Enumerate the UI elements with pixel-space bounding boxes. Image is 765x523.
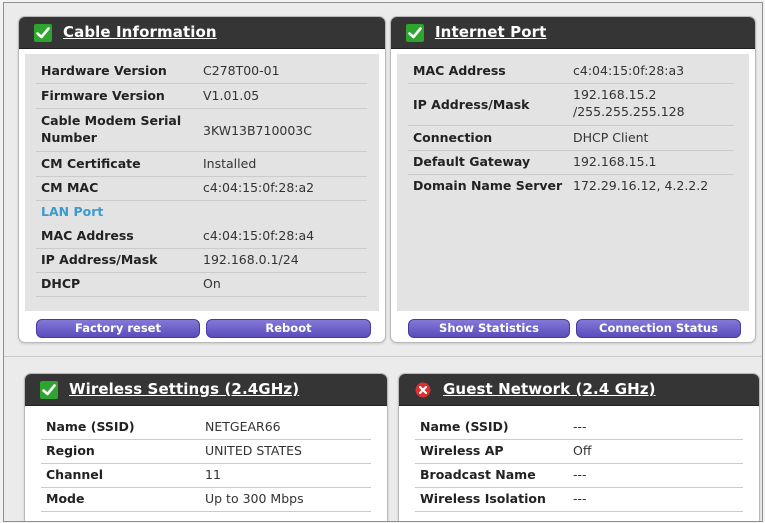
row-wireless-isolation: Wireless Isolation --- (415, 487, 743, 512)
reboot-button[interactable]: Reboot (206, 319, 371, 338)
internet-port-title[interactable]: Internet Port (435, 23, 546, 41)
row-value: C278T00-01 (203, 63, 280, 78)
row-value: Installed (203, 156, 257, 171)
connection-status-button[interactable]: Connection Status (576, 319, 741, 338)
row-label: Broadcast Name (420, 467, 536, 482)
row-value: On (203, 276, 221, 291)
row-connection: Connection DHCP Client (408, 126, 734, 151)
row-label: Wireless AP (420, 443, 504, 458)
row-ip-address-mask: IP Address/Mask 192.168.15.2 /255.255.25… (408, 84, 734, 126)
show-statistics-button[interactable]: Show Statistics (408, 319, 570, 338)
lan-port-heading: LAN Port (36, 200, 367, 224)
row-value: --- (573, 491, 587, 506)
panel-header: Internet Port (391, 17, 755, 49)
row-value: DHCP Client (573, 130, 649, 145)
check-icon (40, 381, 58, 399)
cable-information-body: Hardware Version C278T00-01 Firmware Ver… (25, 54, 379, 311)
row-broadcast-name: Broadcast Name --- (415, 463, 743, 488)
factory-reset-button[interactable]: Factory reset (36, 319, 200, 338)
row-value: 172.29.16.12, 4.2.2.2 (573, 178, 709, 193)
row-label: Cable Modem Serial Number (41, 113, 182, 145)
section-divider (4, 356, 762, 357)
row-value: 192.168.0.1/24 (203, 252, 299, 267)
row-value: NETGEAR66 (205, 419, 281, 434)
row-value: Off (573, 443, 592, 458)
row-label: IP Address/Mask (413, 97, 530, 112)
row-value: 11 (205, 467, 221, 482)
row-serial-number: Cable Modem Serial Number 3KW13B710003C (36, 109, 367, 152)
panel-header: Guest Network (2.4 GHz) (399, 374, 759, 406)
row-value: Up to 300 Mbps (205, 491, 304, 506)
error-icon (415, 382, 431, 398)
row-ip-address-mask: IP Address/Mask 192.168.0.1/24 (36, 248, 367, 273)
row-label: Default Gateway (413, 154, 531, 169)
row-value: c4:04:15:0f:28:a3 (573, 63, 685, 78)
row-label: Name (SSID) (46, 419, 135, 434)
row-mode: Mode Up to 300 Mbps (41, 487, 371, 512)
row-value: c4:04:15:0f:28:a2 (203, 180, 315, 195)
row-label: MAC Address (413, 63, 506, 78)
wireless-settings-title[interactable]: Wireless Settings (2.4GHz) (69, 380, 299, 398)
row-label: CM Certificate (41, 156, 141, 171)
row-label: DHCP (41, 276, 81, 291)
row-wireless-ap: Wireless AP Off (415, 439, 743, 464)
row-ssid: Name (SSID) --- (415, 415, 743, 440)
cable-information-panel: Cable Information Hardware Version C278T… (18, 16, 386, 343)
guest-network-body: Name (SSID) --- Wireless AP Off Broadcas… (405, 411, 753, 521)
row-label: Connection (413, 130, 493, 145)
wireless-settings-body: Name (SSID) NETGEAR66 Region UNITED STAT… (31, 411, 381, 521)
guest-network-title[interactable]: Guest Network (2.4 GHz) (443, 380, 656, 398)
row-mac-address: MAC Address c4:04:15:0f:28:a4 (36, 224, 367, 249)
row-channel: Channel 11 (41, 463, 371, 488)
row-label: Mode (46, 491, 85, 506)
panel-header: Wireless Settings (2.4GHz) (25, 374, 387, 406)
dashboard: Cable Information Hardware Version C278T… (3, 2, 763, 522)
row-firmware-version: Firmware Version V1.01.05 (36, 84, 367, 109)
internet-port-panel: Internet Port MAC Address c4:04:15:0f:28… (390, 16, 756, 343)
row-label: Firmware Version (41, 88, 165, 103)
panel-header: Cable Information (19, 17, 385, 49)
lan-port-label: LAN Port (41, 204, 104, 219)
row-label: Wireless Isolation (420, 491, 546, 506)
row-cm-certificate: CM Certificate Installed (36, 152, 367, 177)
row-label: Domain Name Server (413, 178, 563, 193)
row-value-mask: /255.255.255.128 (573, 104, 685, 119)
row-label: Channel (46, 467, 104, 482)
row-value: 192.168.15.2 (573, 87, 657, 102)
guest-network-panel: Guest Network (2.4 GHz) Name (SSID) --- … (398, 373, 760, 521)
check-icon (406, 24, 424, 42)
row-value: 3KW13B710003C (203, 123, 312, 138)
row-value: 192.168.15.1 (573, 154, 657, 169)
row-cm-mac: CM MAC c4:04:15:0f:28:a2 (36, 176, 367, 201)
row-region: Region UNITED STATES (41, 439, 371, 464)
row-label: IP Address/Mask (41, 252, 158, 267)
internet-port-body: MAC Address c4:04:15:0f:28:a3 IP Address… (397, 54, 749, 311)
row-dhcp: DHCP On (36, 272, 367, 297)
row-value: --- (573, 467, 587, 482)
row-label: CM MAC (41, 180, 99, 195)
row-hardware-version: Hardware Version C278T00-01 (36, 59, 367, 84)
row-value: --- (573, 419, 587, 434)
row-domain-name-server: Domain Name Server 172.29.16.12, 4.2.2.2 (408, 174, 734, 198)
check-icon (34, 24, 52, 42)
row-value: UNITED STATES (205, 443, 302, 458)
row-value: V1.01.05 (203, 88, 260, 103)
row-value: c4:04:15:0f:28:a4 (203, 228, 315, 243)
cable-information-title[interactable]: Cable Information (63, 23, 217, 41)
row-mac-address: MAC Address c4:04:15:0f:28:a3 (408, 59, 734, 84)
row-label: Name (SSID) (420, 419, 509, 434)
row-label: Region (46, 443, 95, 458)
row-ssid: Name (SSID) NETGEAR66 (41, 415, 371, 440)
row-label: MAC Address (41, 228, 134, 243)
row-label: Hardware Version (41, 63, 167, 78)
row-default-gateway: Default Gateway 192.168.15.1 (408, 150, 734, 175)
wireless-settings-panel: Wireless Settings (2.4GHz) Name (SSID) N… (24, 373, 388, 521)
